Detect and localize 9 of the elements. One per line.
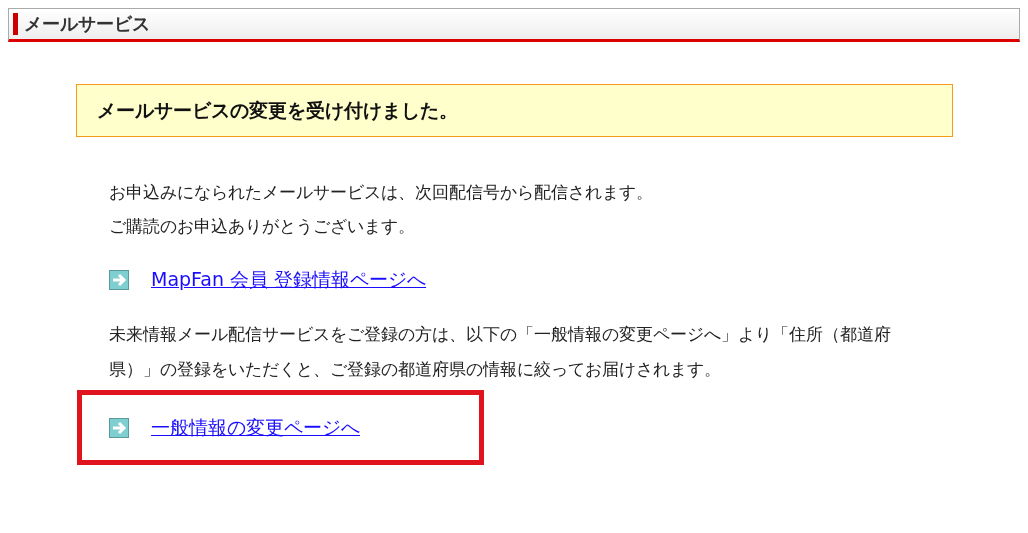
page-link[interactable]: MapFan 会員 登録情報ページへ — [151, 267, 427, 293]
arrow-icon — [109, 270, 129, 290]
section-title: メールサービス — [24, 12, 150, 36]
notice-message: メールサービスの変更を受け付けました。 — [97, 97, 458, 123]
intro-text: ご購読のお申込ありがとうございます。 — [109, 215, 416, 238]
page-link[interactable]: 一般情報の変更ページへ — [151, 414, 360, 441]
accent-bar — [13, 13, 18, 35]
intro-text: お申込みになられたメールサービスは、次回配信号から配信されます。 — [109, 181, 654, 204]
description-text: 未来情報メール配信サービスをご登録の方は、以下の「一般情報の変更ページへ」より「住所（都道府県）」の登録をいただくと、ご登録の都道府県の情報に絞ってお届けされます。 — [109, 323, 892, 381]
